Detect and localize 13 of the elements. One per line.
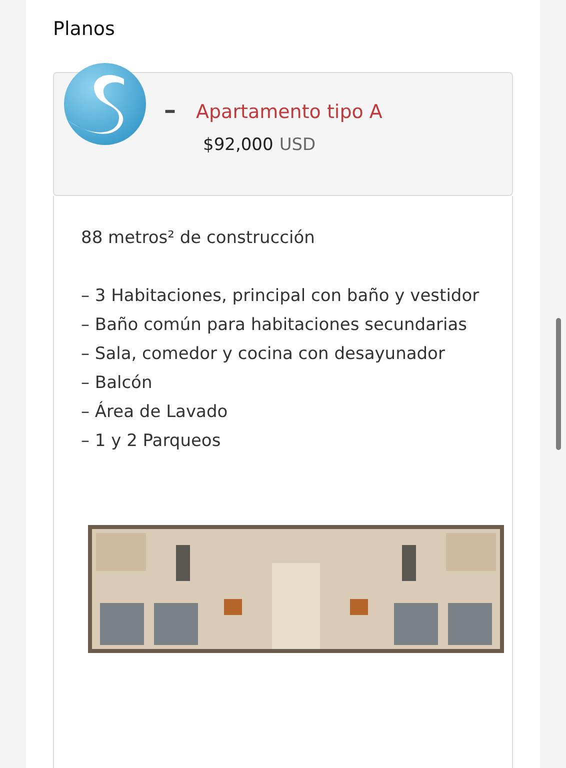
plan-title: Apartamento tipo A bbox=[196, 100, 382, 125]
feature-item: – 1 y 2 Parqueos bbox=[81, 430, 222, 453]
feature-item: – Área de Lavado bbox=[81, 400, 229, 424]
feature-item: – Sala, comedor y cocina con desayunador bbox=[81, 343, 446, 366]
currency: USD bbox=[279, 135, 316, 155]
area-text: 88 metros² de construcción bbox=[81, 227, 316, 250]
feature-item: – Baño común para habitaciones secundarias bbox=[81, 314, 468, 337]
section-title: Planos bbox=[52, 17, 116, 42]
price: $92,000 bbox=[203, 135, 274, 155]
dash-separator: – bbox=[164, 97, 176, 123]
feature-item: – 3 Habitaciones, principal con baño y vestidor bbox=[81, 285, 480, 308]
feature-item: – Balcón bbox=[81, 372, 154, 395]
scrollbar-thumb[interactable] bbox=[556, 318, 561, 450]
